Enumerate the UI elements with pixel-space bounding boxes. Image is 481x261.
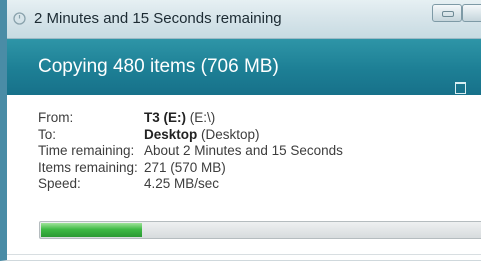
from-value: T3 (E:) (E:\) bbox=[144, 110, 215, 125]
speed-value: 4.25 MB/sec bbox=[144, 176, 220, 191]
window-title: 2 Minutes and 15 Seconds remaining bbox=[34, 10, 282, 27]
copy-status-title: Copying 480 items (706 MB) bbox=[38, 56, 279, 77]
to-label: To: bbox=[38, 126, 57, 142]
from-name: T3 (E:) bbox=[144, 110, 186, 125]
to-value: Desktop (Desktop) bbox=[144, 127, 260, 142]
from-path: (E:\) bbox=[189, 110, 216, 125]
stopwatch-icon bbox=[13, 12, 26, 25]
copy-progress-bar bbox=[39, 221, 481, 239]
to-path: (Desktop) bbox=[201, 126, 260, 142]
time-remaining-label: Time remaining: bbox=[38, 143, 135, 158]
minimize-icon bbox=[442, 11, 454, 17]
to-name: Desktop bbox=[144, 126, 198, 142]
dialog-header: Copying 480 items (706 MB) bbox=[7, 39, 481, 95]
items-remaining-label: Items remaining: bbox=[38, 159, 138, 175]
title-bar: 2 Minutes and 15 Seconds remaining bbox=[7, 0, 481, 39]
progress-fill bbox=[41, 223, 142, 237]
copy-dialog: 2 Minutes and 15 Seconds remaining Copyi… bbox=[0, 0, 481, 261]
speed-label: Speed: bbox=[38, 176, 81, 191]
time-remaining-value: About 2 Minutes and 15 Seconds bbox=[144, 143, 343, 158]
minimize-button[interactable] bbox=[432, 4, 462, 22]
restore-window-icon[interactable] bbox=[455, 82, 466, 94]
maximize-button[interactable] bbox=[462, 4, 481, 22]
from-label: From: bbox=[38, 110, 74, 125]
items-remaining-value: 271 (570 MB) bbox=[144, 159, 226, 175]
divider bbox=[7, 254, 481, 255]
